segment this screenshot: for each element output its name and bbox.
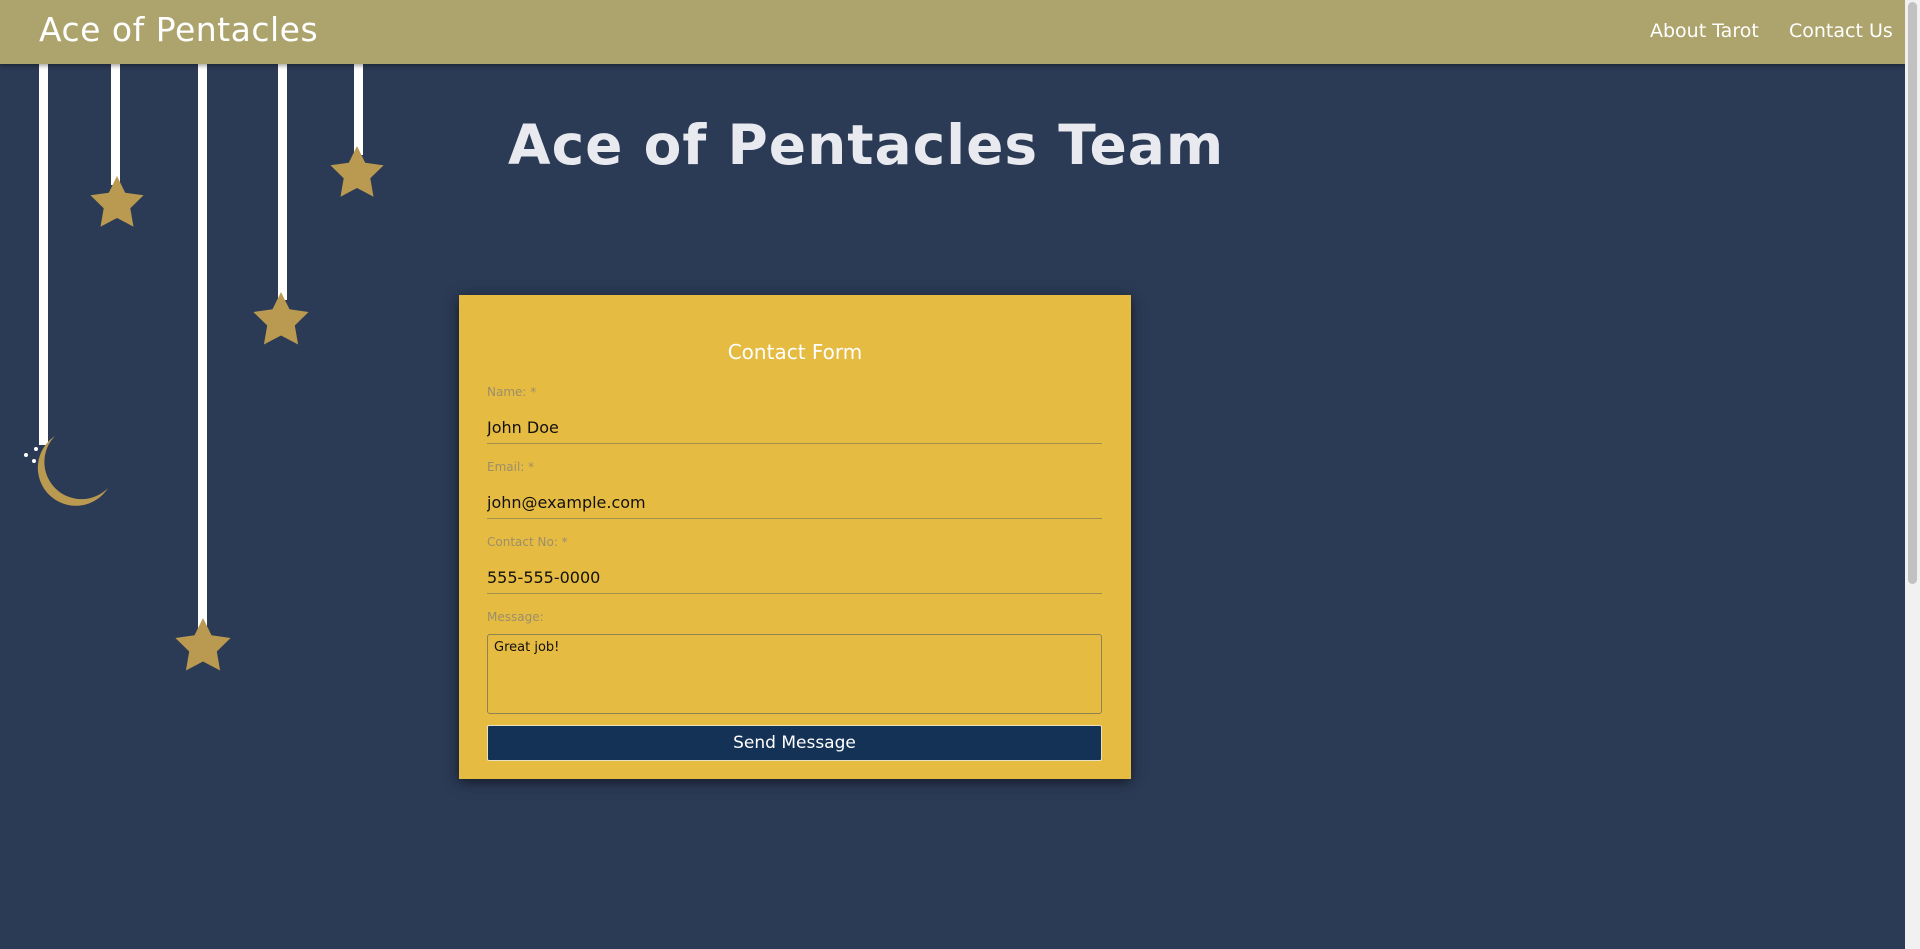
star-icon [90,176,144,227]
top-navbar: Ace of Pentacles About Tarot Contact Us [0,0,1905,64]
brand-logo-text[interactable]: Ace of Pentacles [39,10,318,49]
moon-icon [24,436,108,506]
string [354,60,363,155]
string [278,60,287,300]
name-label: Name: * [487,385,537,399]
page-title: Ace of Pentacles Team [508,113,1225,177]
contact-number-field[interactable] [487,550,1102,594]
email-field[interactable] [487,475,1102,519]
name-field[interactable] [487,400,1102,444]
star-icon [253,292,309,345]
send-message-button[interactable]: Send Message [487,725,1102,761]
email-label: Email: * [487,460,535,474]
message-textarea[interactable]: Great job! [487,634,1102,714]
form-title: Contact Form [727,340,863,364]
contact-number-label: Contact No: * [487,535,568,549]
nav-link-about-tarot[interactable]: About Tarot [1650,20,1759,42]
hanging-decoration [24,60,384,671]
string [39,60,48,445]
scrollbar-thumb[interactable] [1908,2,1917,584]
contact-form: Contact Form Name: * Email: * Contact No… [459,295,1131,779]
string [111,60,120,185]
nav-link-contact-us[interactable]: Contact Us [1789,20,1893,42]
star-icon [175,618,231,671]
star-icon [330,146,384,197]
message-label: Message: [487,610,544,624]
string [198,60,207,630]
page-scrollbar[interactable] [1905,0,1920,949]
